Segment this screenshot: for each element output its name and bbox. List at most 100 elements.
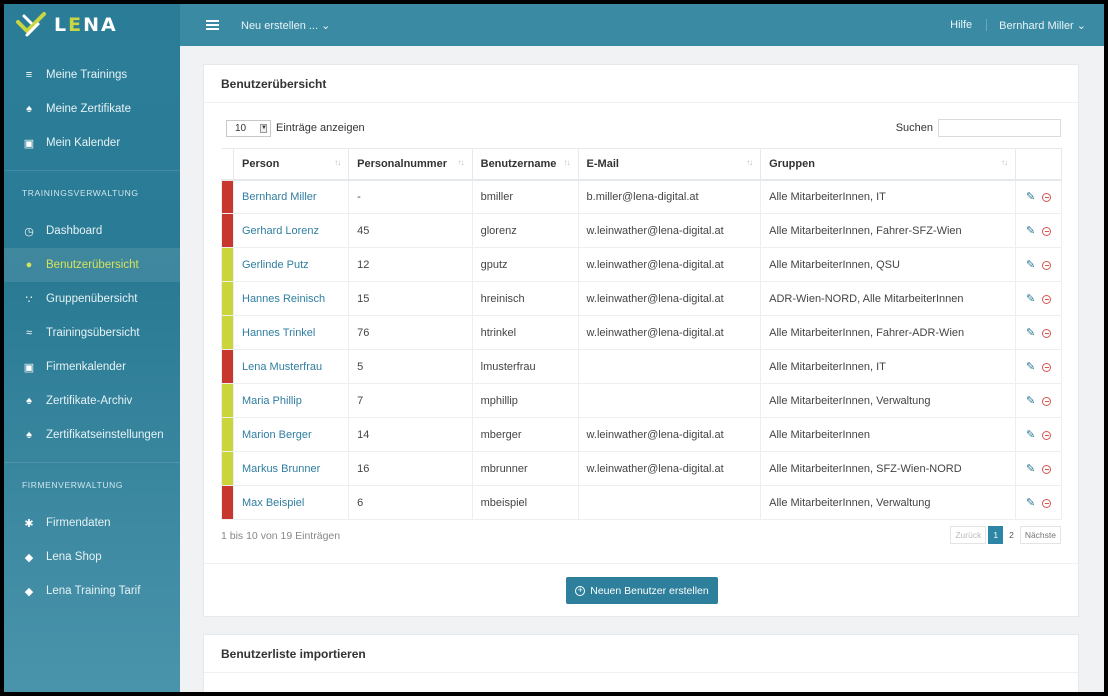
status-indicator [221, 315, 234, 350]
chevron-down-icon: ▼ [260, 123, 267, 133]
certificate-icon: ♠ [26, 395, 32, 407]
certificate-icon: ♠ [26, 429, 32, 441]
create-user-button[interactable]: + Neuen Benutzer erstellen [566, 577, 718, 604]
pagination-page-2[interactable]: 2 [1005, 526, 1018, 544]
edit-pencil-icon[interactable]: ✎ [1026, 224, 1035, 237]
brand-logo[interactable]: LENA [4, 4, 180, 46]
cell-user: mbeispiel [471, 485, 579, 520]
entries-label: Einträge anzeigen [276, 122, 365, 134]
sort-icon: ↑↓ [746, 158, 753, 167]
status-indicator [221, 383, 234, 418]
column-header-personalnummer[interactable]: Personalnummer ↑↓ [348, 148, 473, 181]
cell-person[interactable]: Marion Berger [232, 417, 350, 452]
delete-minus-icon[interactable] [1042, 396, 1052, 406]
delete-minus-icon[interactable] [1042, 294, 1052, 304]
cell-person[interactable]: Lena Musterfrau [232, 349, 350, 384]
table-row: Maria Phillip 7 mphillip Alle MitarbeiterIn… [221, 383, 1062, 418]
row-actions: ✎ [1015, 451, 1062, 486]
sidebar-item-gruppenuebersicht[interactable]: ∵ Gruppenübersicht [4, 282, 180, 316]
cell-person[interactable]: Hannes Reinisch [232, 281, 350, 316]
pagination-page-1[interactable]: 1 [988, 526, 1004, 544]
sidebar-item-mein-kalender[interactable]: ▣ Mein Kalender [4, 126, 180, 160]
create-new-dropdown[interactable]: Neu erstellen ... ⌄ [241, 19, 330, 32]
tag-icon: ◆ [24, 551, 34, 564]
sidebar-item-firmendaten[interactable]: ✱ Firmendaten [4, 506, 180, 540]
delete-minus-icon[interactable] [1042, 226, 1052, 236]
table-row: Max Beispiel 6 mbeispiel Alle MitarbeiterIn… [221, 485, 1062, 520]
table-row: Hannes Reinisch 15 hreinisch w.leinwather@l… [221, 281, 1062, 316]
import-panel-title: Benutzerliste importieren [204, 635, 1078, 673]
edit-pencil-icon[interactable]: ✎ [1026, 360, 1035, 373]
column-header-person[interactable]: Person ↑↓ [232, 148, 350, 181]
edit-pencil-icon[interactable]: ✎ [1026, 462, 1035, 475]
cell-groups: Alle MitarbeiterInnen, Fahrer-SFZ-Wien [760, 213, 1016, 248]
edit-pencil-icon[interactable]: ✎ [1026, 326, 1035, 339]
cell-email: b.miller@lena-digital.at [577, 179, 762, 214]
sort-icon: ↑↓ [457, 158, 465, 167]
cell-nr: 76 [348, 315, 473, 350]
search-input[interactable] [938, 119, 1061, 137]
status-indicator [221, 179, 234, 214]
delete-minus-icon[interactable] [1042, 260, 1052, 270]
row-actions: ✎ [1015, 213, 1062, 248]
menu-toggle-icon[interactable] [206, 18, 219, 32]
sidebar-item-meine-zertifikate[interactable]: ♠ Meine Zertifikate [4, 92, 180, 126]
delete-minus-icon[interactable] [1042, 362, 1052, 372]
help-link[interactable]: Hilfe [936, 19, 988, 31]
cell-groups: Alle MitarbeiterInnen, Verwaltung [760, 383, 1016, 418]
cell-person[interactable]: Markus Brunner [232, 451, 350, 486]
edit-pencil-icon[interactable]: ✎ [1026, 428, 1035, 441]
column-header-label: Personalnummer [357, 157, 447, 170]
sidebar-item-label: Firmendaten [46, 517, 111, 529]
sidebar-item-meine-trainings[interactable]: ≡ Meine Trainings [4, 58, 180, 92]
edit-pencil-icon[interactable]: ✎ [1026, 496, 1035, 509]
column-header-e-mail[interactable]: E-Mail ↑↓ [577, 148, 762, 181]
cell-person[interactable]: Maria Phillip [232, 383, 350, 418]
edit-pencil-icon[interactable]: ✎ [1026, 394, 1035, 407]
user-menu[interactable]: Bernhard Miller ⌄ [987, 19, 1104, 32]
edit-pencil-icon[interactable]: ✎ [1026, 190, 1035, 203]
cell-user: gputz [471, 247, 579, 282]
cell-person[interactable]: Hannes Trinkel [232, 315, 350, 350]
sidebar-item-dashboard[interactable]: ◷ Dashboard [4, 214, 180, 248]
pagination-prev-button[interactable]: Zurück [950, 526, 987, 544]
sidebar-nav-training: ◷ Dashboard ● Benutzerübersicht ∵ Gruppenüber… [4, 214, 180, 462]
cell-user: bmiller [471, 179, 579, 214]
edit-pencil-icon[interactable]: ✎ [1026, 258, 1035, 271]
cell-person[interactable]: Gerhard Lorenz [232, 213, 350, 248]
sidebar-item-lena-shop[interactable]: ◆ Lena Shop [4, 540, 180, 574]
cell-person[interactable]: Bernhard Miller [232, 179, 350, 214]
sidebar-item-benutzeruebersicht[interactable]: ● Benutzerübersicht [4, 248, 180, 282]
delete-minus-icon[interactable] [1042, 464, 1052, 474]
tag-icon: ◆ [24, 585, 34, 598]
column-header-label: E-Mail [586, 157, 619, 170]
column-header-gruppen[interactable]: Gruppen ↑↓ [760, 148, 1016, 181]
table-row: Hannes Trinkel 76 htrinkel w.leinwather@len… [221, 315, 1062, 350]
row-actions: ✎ [1015, 349, 1062, 384]
sidebar-item-label: Firmenkalender [46, 361, 126, 373]
entries-per-page-select[interactable]: 10 ▼ [226, 119, 271, 137]
pagination-next-button[interactable]: Nächste [1019, 526, 1061, 544]
sidebar-item-zertifikatseinstellungen[interactable]: ♠ Zertifikatseinstellungen [4, 418, 180, 452]
sidebar-item-zertifikate-archiv[interactable]: ♠ Zertifikate-Archiv [4, 384, 180, 418]
plus-circle-icon: + [575, 585, 586, 596]
cell-email: w.leinwather@lena-digital.at [577, 213, 762, 248]
row-actions: ✎ [1015, 247, 1062, 282]
edit-pencil-icon[interactable]: ✎ [1026, 292, 1035, 305]
delete-minus-icon[interactable] [1042, 430, 1052, 440]
delete-minus-icon[interactable] [1042, 192, 1052, 202]
panel-divider [204, 563, 1078, 564]
cell-person[interactable]: Max Beispiel [232, 485, 350, 520]
sidebar-item-lena-training-tarif[interactable]: ◆ Lena Training Tarif [4, 574, 180, 608]
sidebar-item-firmenkalender[interactable]: ▣ Firmenkalender [4, 350, 180, 384]
delete-minus-icon[interactable] [1042, 498, 1052, 508]
column-header-benutzername[interactable]: Benutzername ↑↓ [471, 148, 579, 181]
cell-person[interactable]: Gerlinde Putz [232, 247, 350, 282]
table-row: Markus Brunner 16 mbrunner w.leinwather@len… [221, 451, 1062, 486]
cell-email: w.leinwather@lena-digital.at [577, 281, 762, 316]
top-bar: Neu erstellen ... ⌄ Hilfe Bernhard Mille… [180, 4, 1104, 46]
sidebar-item-trainingsuebersicht[interactable]: ≈ Trainingsübersicht [4, 316, 180, 350]
cell-user: htrinkel [471, 315, 579, 350]
cell-nr: 7 [348, 383, 473, 418]
delete-minus-icon[interactable] [1042, 328, 1052, 338]
